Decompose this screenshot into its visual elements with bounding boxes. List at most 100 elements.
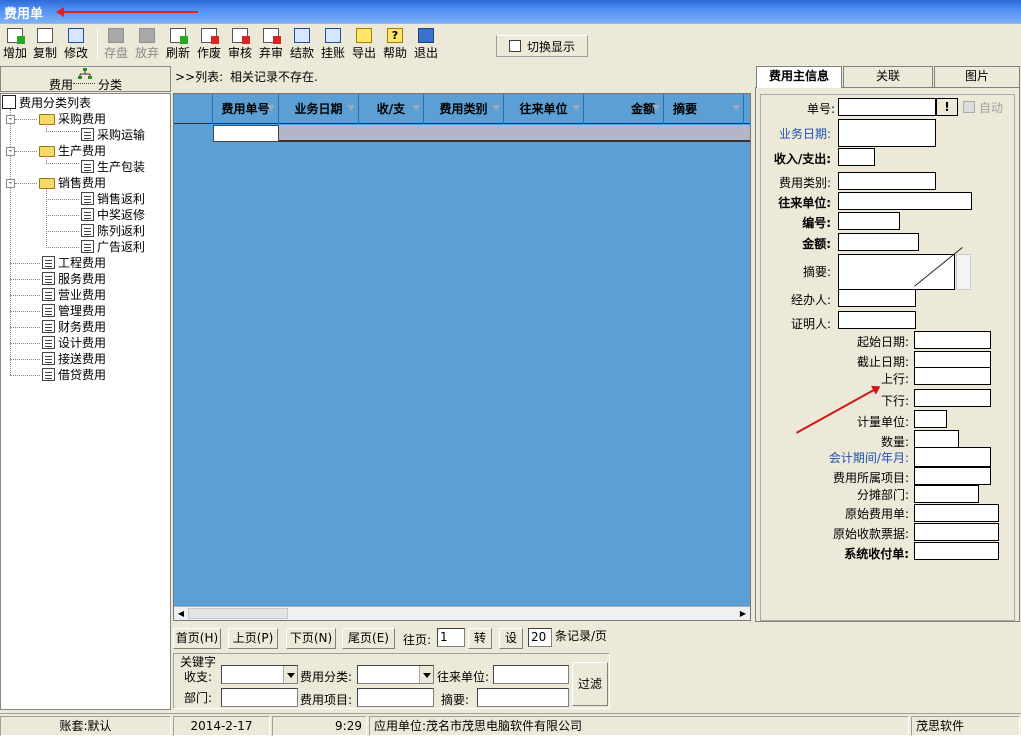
add-button[interactable]: 增加	[0, 27, 30, 61]
next-page-button[interactable]: 下页(N)	[286, 628, 336, 649]
tab-main-info[interactable]: 费用主信息	[756, 66, 842, 88]
column-header-biz-date[interactable]: 业务日期	[279, 94, 359, 124]
document-icon	[81, 160, 94, 173]
dept-input[interactable]	[914, 485, 979, 503]
doc-no-input[interactable]	[838, 98, 936, 116]
sys-receipt-input[interactable]	[914, 542, 999, 560]
alert-icon[interactable]: !	[936, 98, 958, 116]
discard-button[interactable]: 放弃	[132, 27, 162, 61]
scroll-right-icon[interactable]: ▶	[736, 607, 750, 620]
tree-group-production[interactable]: 生产费用	[39, 143, 106, 159]
column-header-in-out[interactable]: 收/支	[359, 94, 424, 124]
start-date-input[interactable]	[914, 331, 991, 349]
tree-item-finance[interactable]: 财务费用	[42, 319, 106, 335]
ledger-button[interactable]: 挂账	[318, 27, 348, 61]
tree-item-operating[interactable]: 营业费用	[42, 287, 106, 303]
summary-scrollbar[interactable]	[956, 254, 971, 290]
biz-date-input[interactable]	[838, 119, 936, 147]
goto-button[interactable]: 转	[468, 628, 492, 649]
item-filter-input[interactable]	[357, 688, 434, 707]
tree-item-shuttle[interactable]: 接送费用	[42, 351, 106, 367]
project-input[interactable]	[914, 467, 991, 485]
set-page-size-button[interactable]: 设	[499, 628, 523, 649]
tree-item-sales-rebate[interactable]: 销售返利	[81, 191, 145, 207]
tab-related[interactable]: 关联	[843, 66, 933, 87]
tree-item-display-rebate[interactable]: 陈列返利	[81, 223, 145, 239]
unapprove-button[interactable]: 弃审	[256, 27, 286, 61]
help-button[interactable]: ? 帮助	[380, 27, 410, 61]
summary-input[interactable]	[838, 254, 955, 290]
window-title: 费用单	[4, 7, 44, 22]
save-button[interactable]: 存盘	[101, 27, 131, 61]
partner-input[interactable]	[838, 192, 972, 210]
category-filter-select[interactable]	[357, 665, 434, 684]
quantity-input[interactable]	[914, 430, 959, 448]
column-header-amount[interactable]: 金额	[584, 94, 664, 124]
tab-images[interactable]: 图片	[934, 66, 1020, 87]
tree-group-sales[interactable]: 销售费用	[39, 175, 106, 191]
chevron-down-icon	[283, 666, 297, 683]
handler-input[interactable]	[838, 289, 916, 307]
void-button[interactable]: 作废	[194, 27, 224, 61]
edit-button[interactable]: 修改	[61, 27, 91, 61]
dept-filter-input[interactable]	[221, 688, 298, 707]
tree-item-prize-repair[interactable]: 中奖返修	[81, 207, 145, 223]
category-input[interactable]	[838, 172, 936, 190]
auto-checkbox[interactable]	[963, 101, 975, 113]
switch-display-checkbox[interactable]	[509, 40, 521, 52]
grid-new-row[interactable]	[174, 125, 750, 142]
column-header-summary[interactable]: 摘要	[664, 94, 744, 124]
collapse-icon[interactable]: -	[6, 179, 15, 188]
collapse-icon[interactable]: -	[6, 147, 15, 156]
partner-filter-input[interactable]	[493, 665, 569, 684]
exit-button[interactable]: 退出	[411, 27, 441, 61]
code-input[interactable]	[838, 212, 900, 230]
tree-item-service[interactable]: 服务费用	[42, 271, 106, 287]
tree-item-production-packaging[interactable]: 生产包装	[81, 159, 145, 175]
tree-item-purchase-transport[interactable]: 采购运输	[81, 127, 145, 143]
amount-input[interactable]	[838, 233, 919, 251]
scroll-thumb[interactable]	[188, 608, 288, 619]
up-line-input[interactable]	[914, 367, 991, 385]
tree-group-purchase[interactable]: 采购费用	[39, 111, 106, 127]
scroll-left-icon[interactable]: ◀	[174, 607, 188, 620]
first-page-button[interactable]: 首页(H)	[173, 628, 221, 649]
column-header-partner[interactable]: 往来单位	[504, 94, 584, 124]
tree-item-loan[interactable]: 借贷费用	[42, 367, 106, 383]
goto-page-input[interactable]: 1	[437, 628, 465, 647]
copy-button[interactable]: 复制	[30, 27, 60, 61]
tree-item-ad-rebate[interactable]: 广告返利	[81, 239, 145, 255]
prev-page-button[interactable]: 上页(P)	[228, 628, 278, 649]
grid-corner	[174, 94, 213, 124]
collapse-icon[interactable]: -	[6, 115, 15, 124]
tree-item-engineering[interactable]: 工程费用	[42, 255, 106, 271]
horizontal-scrollbar[interactable]: ◀ ▶	[174, 606, 750, 620]
tree-root[interactable]: 费用分类列表	[2, 95, 91, 111]
down-line-input[interactable]	[914, 389, 991, 407]
approve-button[interactable]: 审核	[225, 27, 255, 61]
detail-form: 单号: ! 自动 业务日期: 收入/支出: 费用类别: 往来单位: 编号: 金额…	[760, 94, 1015, 621]
orig-doc-input[interactable]	[914, 504, 999, 522]
income-expense-select[interactable]	[221, 665, 298, 684]
grid-cell-editor[interactable]	[213, 125, 279, 142]
column-header-category[interactable]: 费用类别	[424, 94, 504, 124]
orig-receipt-input[interactable]	[914, 523, 999, 541]
in-out-input[interactable]	[838, 148, 875, 166]
unit-input[interactable]	[914, 410, 947, 428]
last-page-button[interactable]: 尾页(E)	[342, 628, 395, 649]
expense-grid[interactable]: 费用单号 业务日期 收/支 费用类别 往来单位 金额 摘要 ◀ ▶	[173, 93, 751, 621]
tree-item-management[interactable]: 管理费用	[42, 303, 106, 319]
settle-button[interactable]: 结款	[287, 27, 317, 61]
tree-item-design[interactable]: 设计费用	[42, 335, 106, 351]
summary-filter-input[interactable]	[477, 688, 569, 707]
refresh-button[interactable]: 刷新	[163, 27, 193, 61]
tree-connector	[10, 295, 40, 296]
filter-button[interactable]: 过滤	[572, 662, 608, 706]
tree-connector	[46, 163, 79, 164]
witness-input[interactable]	[838, 311, 916, 329]
page-size-input[interactable]: 20	[528, 628, 552, 647]
period-input[interactable]	[914, 447, 991, 467]
export-button[interactable]: 导出	[349, 27, 379, 61]
column-header-doc-no[interactable]: 费用单号	[213, 94, 279, 124]
org-chart-icon	[78, 68, 92, 80]
